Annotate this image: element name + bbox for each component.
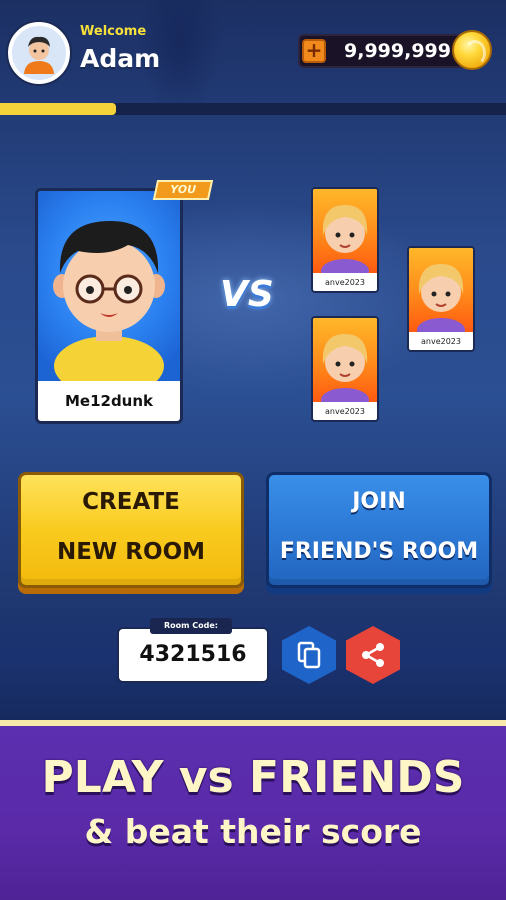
- join-button-line1: JOIN: [352, 489, 406, 514]
- opponent-name: anve2023: [325, 407, 365, 416]
- coin-icon: [452, 30, 492, 70]
- join-friends-room-button[interactable]: JOIN FRIEND'S ROOM: [266, 472, 492, 588]
- username: Adam: [80, 44, 161, 73]
- opponent-portrait: [313, 318, 377, 412]
- opponent-character-icon: [417, 264, 465, 342]
- create-new-room-button[interactable]: CREATE NEW ROOM: [18, 472, 244, 588]
- opponent-portrait: [409, 248, 473, 342]
- vs-label: VS: [220, 274, 274, 315]
- copy-icon: [297, 641, 321, 669]
- opponent-card: anve2023: [311, 316, 379, 422]
- opponent-card: anve2023: [311, 187, 379, 293]
- opponent-name: anve2023: [421, 337, 461, 346]
- user-avatar[interactable]: [8, 22, 70, 84]
- opponent-name: anve2023: [325, 278, 365, 287]
- player-name: Me12dunk: [64, 392, 154, 410]
- player-card: Me12dunk: [35, 188, 183, 424]
- create-button-line1: CREATE: [82, 489, 180, 515]
- welcome-label: Welcome: [80, 24, 147, 39]
- share-icon: [362, 643, 384, 667]
- banner-subtitle: & beat their score: [84, 812, 422, 851]
- opponent-card: anve2023: [407, 246, 475, 352]
- user-avatar-icon: [24, 36, 54, 74]
- you-tag: YOU: [152, 180, 214, 200]
- opponent-character-icon: [321, 205, 369, 283]
- promo-banner: [0, 720, 506, 900]
- room-code-value: 4321516: [139, 642, 247, 667]
- opponent-character-icon: [321, 334, 369, 412]
- xp-progress-fill: [0, 103, 117, 115]
- room-code-label: Room Code:: [150, 618, 232, 634]
- xp-progress-bar: [0, 103, 506, 115]
- coin-balance: 9,999,999: [344, 40, 451, 62]
- banner-title: PLAY vs FRIENDS: [41, 752, 465, 803]
- create-button-line2: NEW ROOM: [56, 539, 206, 565]
- opponent-portrait: [313, 189, 377, 283]
- add-coins-button[interactable]: +: [302, 39, 326, 63]
- player-character-icon: [53, 221, 165, 396]
- join-button-line2: FRIEND'S ROOM: [279, 539, 479, 564]
- player-portrait: [38, 191, 180, 396]
